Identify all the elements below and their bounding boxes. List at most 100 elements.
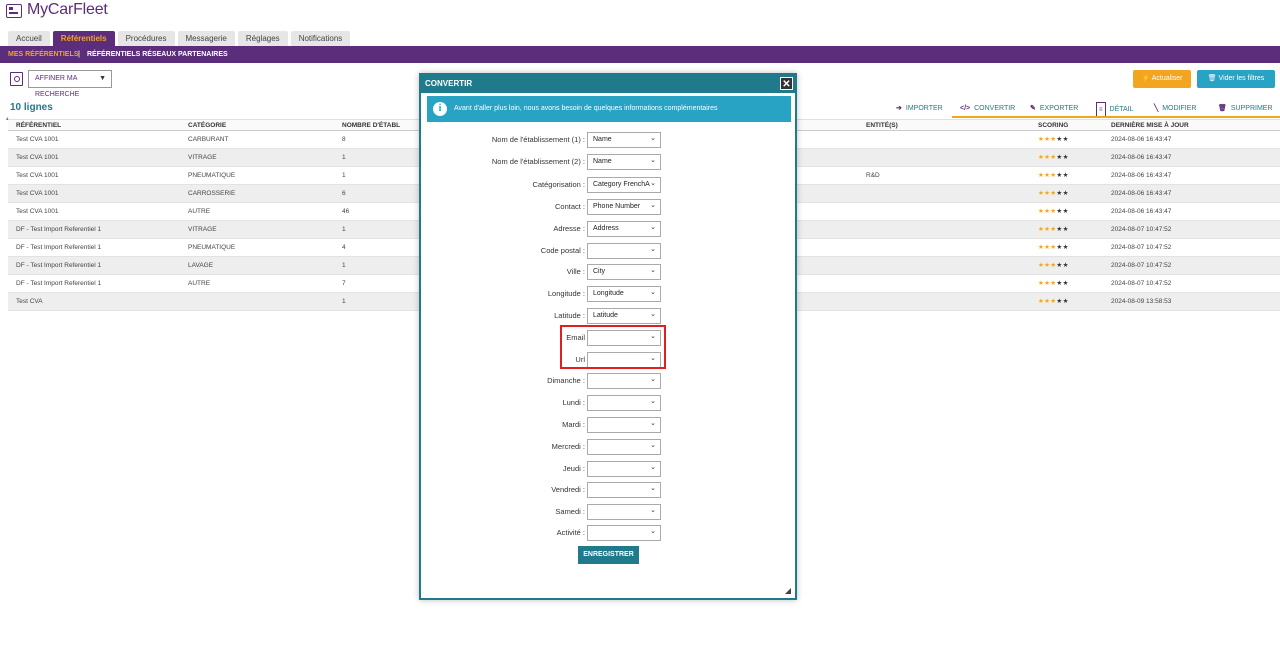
form-row: Mercredi : ⌄ — [421, 439, 795, 455]
form-row: Contact : Phone Number ⌄ — [421, 199, 795, 215]
convert-label: CONVERTIR — [974, 105, 1016, 112]
subnav-reseaux-partenaires[interactable]: RÉFÉRENTIELS RÉSEAUX PARTENAIRES — [87, 46, 228, 63]
tab-procedures[interactable]: Procédures — [117, 31, 175, 46]
field-select[interactable]: City ⌄ — [587, 264, 661, 280]
field-select[interactable]: Category FrenchA ⌄ — [587, 177, 661, 193]
detail-action[interactable]: ≡ DÉTAIL — [1096, 102, 1134, 118]
field-select[interactable]: ⌄ — [587, 461, 661, 477]
cell-nombre: 1 — [342, 172, 346, 179]
clear-filters-button[interactable]: 🗑 Vider les filtres — [1197, 70, 1275, 88]
main-tabs: Accueil Référentiels Procédures Messager… — [8, 31, 351, 47]
field-select[interactable]: Name ⌄ — [587, 132, 661, 148]
cell-nombre: 1 — [342, 154, 346, 161]
chevron-down-icon: ⌄ — [650, 376, 656, 383]
export-action[interactable]: ✎ EXPORTER — [1030, 102, 1078, 116]
star-icon: ★ — [1062, 208, 1069, 215]
search-document-icon[interactable] — [10, 72, 23, 86]
scoring-stars: ★★★★★ — [1038, 203, 1069, 221]
field-select[interactable]: Address ⌄ — [587, 221, 661, 237]
cell-referentiel: DF - Test Import Referentiel 1 — [16, 262, 102, 269]
scoring-stars: ★★★★★ — [1038, 275, 1069, 293]
field-label: Mardi : — [562, 420, 585, 429]
field-label: Adresse : — [553, 224, 585, 233]
form-row: Activité : ⌄ — [421, 525, 795, 541]
field-select[interactable]: Name ⌄ — [587, 154, 661, 170]
chevron-down-icon: ⌄ — [650, 311, 656, 318]
cell-referentiel: Test CVA 1001 — [16, 136, 59, 143]
cell-categorie: PNEUMATIQUE — [188, 244, 236, 251]
cell-date: 2024-08-06 16:43:47 — [1111, 172, 1172, 179]
pencil-icon: ╲ — [1154, 105, 1159, 112]
field-value: Name — [593, 158, 612, 165]
field-label: Dimanche : — [547, 376, 585, 385]
field-label: Latitude : — [554, 311, 585, 320]
cell-categorie: AUTRE — [188, 208, 211, 215]
tab-accueil[interactable]: Accueil — [8, 31, 50, 46]
close-icon[interactable]: ✕ — [780, 77, 793, 90]
field-select[interactable]: ⌄ — [587, 482, 661, 498]
field-select[interactable]: ⌄ — [587, 417, 661, 433]
tab-messagerie[interactable]: Messagerie — [177, 31, 235, 46]
refine-search-dropdown[interactable]: AFFINER MA RECHERCHE ▼ — [28, 70, 112, 98]
field-select[interactable]: ⌄ — [587, 504, 661, 520]
tab-notifications[interactable]: Notifications — [290, 31, 351, 46]
field-value: City — [593, 268, 606, 275]
cell-nombre: 1 — [342, 298, 346, 305]
refresh-button[interactable]: ⚡ Actualiser — [1133, 70, 1191, 88]
cell-nombre: 7 — [342, 280, 346, 287]
cell-categorie: VITRAGE — [188, 154, 217, 161]
chevron-down-icon: ⌄ — [650, 420, 656, 427]
refine-search-label: AFFINER MA RECHERCHE — [35, 75, 80, 98]
cell-categorie: LAVAGE — [188, 262, 214, 269]
convert-action[interactable]: </> CONVERTIR — [960, 102, 1015, 116]
field-value: Name — [593, 136, 612, 143]
cell-date: 2024-08-06 16:43:47 — [1111, 154, 1172, 161]
chevron-down-icon: ⌄ — [650, 135, 656, 142]
highlight-annotation — [560, 325, 666, 369]
cell-referentiel: Test CVA 1001 — [16, 172, 59, 179]
import-action[interactable]: ➔ IMPORTER — [896, 102, 943, 116]
trash-icon: 🗑 — [1207, 75, 1217, 82]
form-row: Lundi : ⌄ — [421, 395, 795, 411]
info-icon: i — [433, 102, 447, 116]
form-row: Nom de l'établissement (2) : Name ⌄ — [421, 154, 795, 170]
field-select[interactable]: ⌄ — [587, 395, 661, 411]
delete-action[interactable]: 🗑 SUPPRIMER — [1218, 102, 1273, 116]
resize-grip-icon[interactable] — [785, 588, 791, 594]
field-select[interactable]: ⌄ — [587, 525, 661, 541]
cell-categorie: AUTRE — [188, 280, 211, 287]
cell-nombre: 46 — [342, 208, 350, 215]
field-select[interactable]: Longitude ⌄ — [587, 286, 661, 302]
field-select[interactable]: ⌄ — [587, 243, 661, 259]
subnav-separator: | — [78, 51, 80, 58]
field-select[interactable]: ⌄ — [587, 439, 661, 455]
chevron-down-icon: ⌄ — [650, 442, 656, 449]
modify-action[interactable]: ╲ MODIFIER — [1154, 102, 1196, 116]
caret-down-icon: ▼ — [99, 75, 106, 82]
save-button[interactable]: ENREGISTRER — [578, 546, 639, 564]
modal-title: CONVERTIR — [425, 79, 473, 88]
trash-icon: 🗑 — [1218, 105, 1227, 112]
modify-label: MODIFIER — [1162, 105, 1197, 112]
form-row: Jeudi : ⌄ — [421, 461, 795, 477]
subnav-mes-referentiels[interactable]: MES RÉFÉRENTIELS — [8, 46, 78, 63]
import-label: IMPORTER — [905, 105, 943, 112]
modal-title-bar[interactable]: CONVERTIR ✕ — [421, 75, 795, 93]
field-select[interactable]: Latitude ⌄ — [587, 308, 661, 324]
field-label: Nom de l'établissement (2) : — [491, 157, 585, 166]
import-arrow-icon: ➔ — [896, 105, 902, 112]
scoring-stars: ★★★★★ — [1038, 221, 1069, 239]
chevron-down-icon: ⌄ — [650, 398, 656, 405]
tab-reglages[interactable]: Réglages — [237, 31, 288, 46]
cell-referentiel: DF - Test Import Referentiel 1 — [16, 244, 102, 251]
form-row: Latitude : Latitude ⌄ — [421, 308, 795, 324]
app-logo-icon — [6, 4, 22, 18]
field-select[interactable]: ⌄ — [587, 373, 661, 389]
field-select[interactable]: Phone Number ⌄ — [587, 199, 661, 215]
cell-date: 2024-08-06 16:43:47 — [1111, 208, 1172, 215]
field-label: Jeudi : — [562, 464, 585, 473]
chevron-down-icon: ⌄ — [650, 180, 656, 187]
tab-referentiels[interactable]: Référentiels — [52, 31, 115, 47]
cell-date: 2024-08-06 16:43:47 — [1111, 136, 1172, 143]
form-row: Longitude : Longitude ⌄ — [421, 286, 795, 302]
